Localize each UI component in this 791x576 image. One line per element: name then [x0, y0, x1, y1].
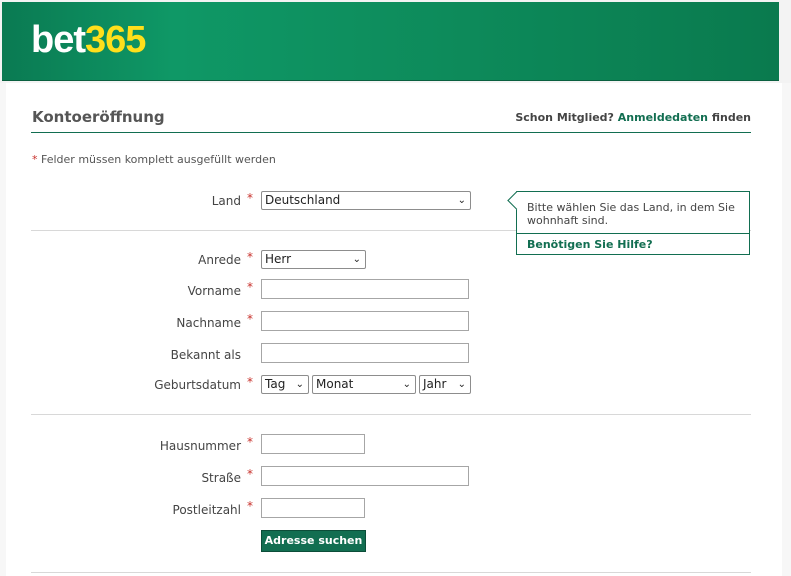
chevron-down-icon: ⌄ [352, 254, 361, 265]
birth-day-select[interactable]: Tag ⌄ [261, 375, 309, 394]
title-divider [31, 132, 751, 133]
find-address-button[interactable]: Adresse suchen [261, 530, 366, 552]
bet365-logo[interactable]: bet365 [31, 18, 146, 62]
birth-month-select[interactable]: Monat ⌄ [312, 375, 416, 394]
hausnummer-label: Hausnummer [159, 439, 241, 453]
help-link[interactable]: Benötigen Sie Hilfe? [527, 238, 653, 251]
nachname-label: Nachname [176, 316, 241, 330]
site-header: bet365 [2, 2, 779, 81]
required-star: * [247, 191, 253, 205]
required-star: * [247, 435, 253, 449]
anrede-label: Anrede [198, 253, 241, 267]
required-note: * Felder müssen komplett ausgefüllt werd… [32, 153, 276, 166]
last-name-field[interactable] [261, 311, 469, 331]
required-star: * [247, 312, 253, 326]
required-star: * [247, 250, 253, 264]
login-details-link[interactable]: Anmeldedaten [618, 111, 708, 124]
postleitzahl-label: Postleitzahl [172, 503, 241, 517]
required-star: * [247, 499, 253, 513]
member-hint: Schon Mitglied? Anmeldedaten finden [515, 111, 751, 124]
chevron-down-icon: ⌄ [295, 379, 304, 390]
first-name-field[interactable] [261, 279, 469, 299]
section-divider [31, 414, 751, 415]
salutation-select[interactable]: Herr ⌄ [261, 250, 366, 269]
postcode-field[interactable] [261, 498, 365, 518]
house-number-field[interactable] [261, 434, 365, 454]
chevron-down-icon: ⌄ [402, 379, 411, 390]
birth-year-select[interactable]: Jahr ⌄ [419, 375, 471, 394]
vorname-label: Vorname [187, 284, 241, 298]
land-label: Land [211, 194, 241, 208]
page-title: Kontoeröffnung [32, 108, 165, 126]
required-star: * [247, 280, 253, 294]
street-field[interactable] [261, 466, 469, 486]
country-select[interactable]: Deutschland ⌄ [261, 191, 471, 210]
tooltip-divider [517, 233, 749, 234]
required-star: * [247, 375, 253, 389]
bekannt-als-label: Bekannt als [170, 348, 241, 362]
strasse-label: Straße [201, 471, 241, 485]
chevron-down-icon: ⌄ [457, 195, 466, 206]
nickname-field[interactable] [261, 343, 469, 363]
geburtsdatum-label: Geburtsdatum [154, 378, 241, 392]
required-star: * [247, 467, 253, 481]
country-help-tooltip: Bitte wählen Sie das Land, in dem Sie wo… [516, 191, 750, 255]
section-divider [31, 572, 751, 573]
tooltip-text: Bitte wählen Sie das Land, in dem Sie wo… [527, 201, 735, 227]
chevron-down-icon: ⌄ [457, 379, 466, 390]
